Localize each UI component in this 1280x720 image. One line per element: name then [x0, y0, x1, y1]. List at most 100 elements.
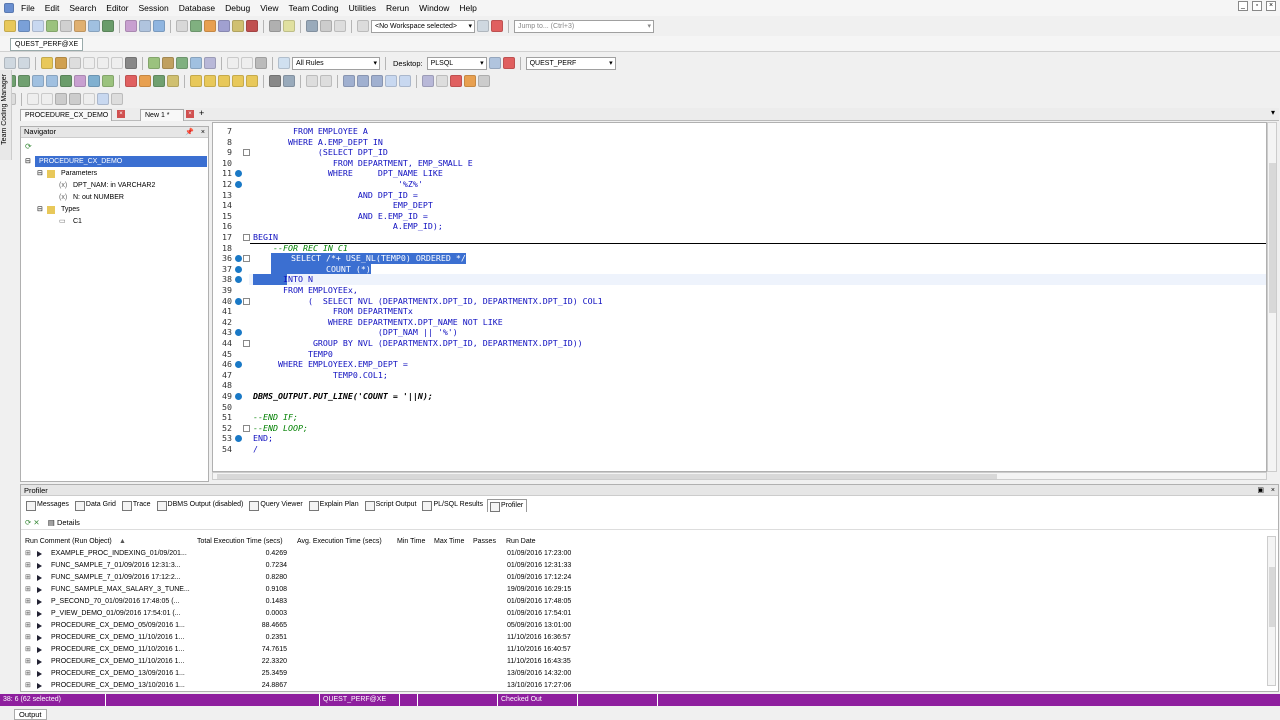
expand-icon[interactable]: ⊞	[25, 622, 31, 629]
code-line[interactable]: AND DPT_ID =	[253, 190, 418, 201]
grid-icon[interactable]	[176, 20, 188, 32]
table-row[interactable]: ⊞ FUNC_SAMPLE_7_01/09/2016 17:12:2... 0.82…	[21, 572, 1278, 584]
close-icon[interactable]: ×	[1271, 486, 1275, 495]
run-icon[interactable]	[204, 20, 216, 32]
rules-select[interactable]: All Rules	[292, 56, 380, 70]
col-run-comment[interactable]: Run Comment (Run Object)	[25, 536, 112, 547]
col-max-time[interactable]: Max Time	[434, 536, 464, 547]
tree-node-param-dpt-nam[interactable]: DPT_NAM: in VARCHAR2	[73, 180, 155, 191]
code-line[interactable]: FROM DEPARTMENTx	[253, 306, 413, 317]
obj-new-icon[interactable]	[27, 93, 39, 105]
copy-icon[interactable]	[111, 57, 123, 69]
tab-messages[interactable]: Messages	[24, 499, 72, 512]
paste-icon[interactable]	[125, 57, 137, 69]
code-line[interactable]: --FOR REC IN C1	[253, 243, 348, 254]
fold-toggle-icon[interactable]	[243, 255, 250, 263]
tab-data-grid[interactable]: Data Grid	[73, 499, 119, 512]
col-run-date[interactable]: Run Date	[506, 536, 536, 547]
code-line[interactable]: AND E.EMP_ID =	[253, 211, 428, 222]
code-line[interactable]: (DPT_NAM || '%')	[253, 327, 458, 338]
history-forward-icon[interactable]	[320, 75, 332, 87]
code-line[interactable]: SELECT /*+ USE_NL(TEMP0) ORDERED */	[271, 253, 466, 264]
code-line[interactable]: END;	[253, 433, 273, 444]
restore-icon[interactable]: ▫	[1252, 1, 1262, 11]
refresh-icon[interactable]	[269, 20, 281, 32]
save-file-icon[interactable]	[69, 57, 81, 69]
menu-debug[interactable]: Debug	[220, 3, 255, 13]
tree-node-parameters[interactable]: Parameters	[61, 168, 97, 179]
expand-icon[interactable]: ⊞	[25, 670, 31, 677]
info-marker-icon[interactable]	[235, 393, 242, 400]
find-icon[interactable]	[162, 57, 174, 69]
fold-toggle-icon[interactable]	[243, 424, 250, 432]
tree-node-c1[interactable]: C1	[73, 216, 82, 227]
pin-icon[interactable]	[334, 20, 346, 32]
code-line[interactable]: A.EMP_ID);	[253, 221, 443, 232]
col-avg-time[interactable]: Avg. Execution Time (secs)	[297, 536, 382, 547]
explain-icon[interactable]	[46, 75, 58, 87]
tab-script-output[interactable]: Script Output	[363, 499, 420, 512]
info-marker-icon[interactable]	[235, 329, 242, 337]
table-row[interactable]: ⊞ PROCEDURE_CX_DEMO_11/10/2016 1... 74.761…	[21, 644, 1278, 656]
menu-editor[interactable]: Editor	[101, 3, 133, 13]
watch-icon[interactable]	[464, 75, 476, 87]
obj-copy-icon[interactable]	[97, 93, 109, 105]
delete-icon[interactable]: ✕	[33, 518, 39, 527]
options-icon[interactable]	[478, 75, 490, 87]
tab-trace[interactable]: Trace	[120, 499, 154, 512]
tree-node-procedure[interactable]: PROCEDURE_CX_DEMO	[35, 156, 207, 167]
code-line[interactable]: FROM DEPARTMENT, EMP_SMALL E	[253, 158, 473, 169]
close-icon[interactable]: ×	[1266, 1, 1276, 11]
abc-upper-icon[interactable]	[190, 75, 202, 87]
obj-props-icon[interactable]	[83, 93, 95, 105]
indent-icon[interactable]	[190, 57, 202, 69]
tab-dbms-output[interactable]: DBMS Output (disabled)	[155, 499, 247, 512]
breakpoint-icon[interactable]	[450, 75, 462, 87]
menu-utilities[interactable]: Utilities	[344, 3, 381, 13]
wrap-icon[interactable]	[399, 75, 411, 87]
profiler-icon[interactable]	[125, 75, 137, 87]
scrollbar-thumb[interactable]	[1269, 567, 1275, 627]
profiler-scrollbar[interactable]	[1267, 536, 1276, 686]
expand-icon[interactable]: ⊞	[25, 610, 31, 617]
undo-icon[interactable]	[4, 57, 16, 69]
chevron-down-icon[interactable]: ▾	[1271, 108, 1275, 117]
open-file-icon[interactable]	[41, 57, 53, 69]
code-line[interactable]: /	[253, 444, 258, 455]
menu-edit[interactable]: Edit	[40, 3, 65, 13]
expand-icon[interactable]: ⊞	[25, 574, 31, 581]
close-icon[interactable]: ×	[186, 110, 194, 118]
menu-rerun[interactable]: Rerun	[381, 3, 414, 13]
abc-lowcase-icon[interactable]	[357, 75, 369, 87]
columns-icon[interactable]	[269, 75, 281, 87]
compile-run-icon[interactable]	[153, 75, 165, 87]
bookmark-next-icon[interactable]	[436, 75, 448, 87]
fold-toggle-icon[interactable]	[243, 234, 250, 241]
block-icon[interactable]	[246, 75, 258, 87]
table-row[interactable]: ⊞ PROCEDURE_CX_DEMO_05/09/2016 1... 88.466…	[21, 620, 1278, 632]
tree-toggle[interactable]: ⊟	[37, 204, 43, 215]
info-marker-icon[interactable]	[235, 297, 242, 305]
table-row[interactable]: ⊞ P_SECOND_70_01/09/2016 17:48:05 (... 0.1…	[21, 596, 1278, 608]
close-icon[interactable]: ×	[201, 128, 205, 137]
table-row[interactable]: ⊞ FUNC_SAMPLE_7_01/09/2016 12:31:3... 0.72…	[21, 560, 1278, 572]
menu-file[interactable]: File	[16, 3, 40, 13]
tune-icon[interactable]	[102, 75, 114, 87]
redo-icon[interactable]	[18, 57, 30, 69]
stop-profiler-icon[interactable]	[139, 75, 151, 87]
abc-lower-icon[interactable]	[204, 75, 216, 87]
tab-query-viewer[interactable]: Query Viewer	[247, 499, 305, 512]
nav-back-icon[interactable]	[227, 57, 239, 69]
code-line[interactable]: FROM EMPLOYEEx,	[253, 285, 358, 296]
obj-grid-icon[interactable]	[69, 93, 81, 105]
code-line[interactable]: '%Z%'	[253, 179, 423, 190]
save-as-icon[interactable]	[83, 57, 95, 69]
code-line[interactable]: INTO N	[253, 274, 313, 285]
code-line[interactable]: --END IF;	[253, 412, 298, 423]
code-line[interactable]: EMP_DEPT	[253, 200, 433, 211]
tree-toggle[interactable]: ⊟	[37, 168, 43, 179]
info-marker-icon[interactable]	[235, 265, 242, 273]
code-editor[interactable]: 7 8 9 10 11 12 13 14 15 16 17 18 36 37 38 39 40 41 42 43 44 4…	[212, 122, 1267, 472]
obj-list-icon[interactable]	[55, 93, 67, 105]
output-tab[interactable]: Output	[14, 709, 47, 720]
